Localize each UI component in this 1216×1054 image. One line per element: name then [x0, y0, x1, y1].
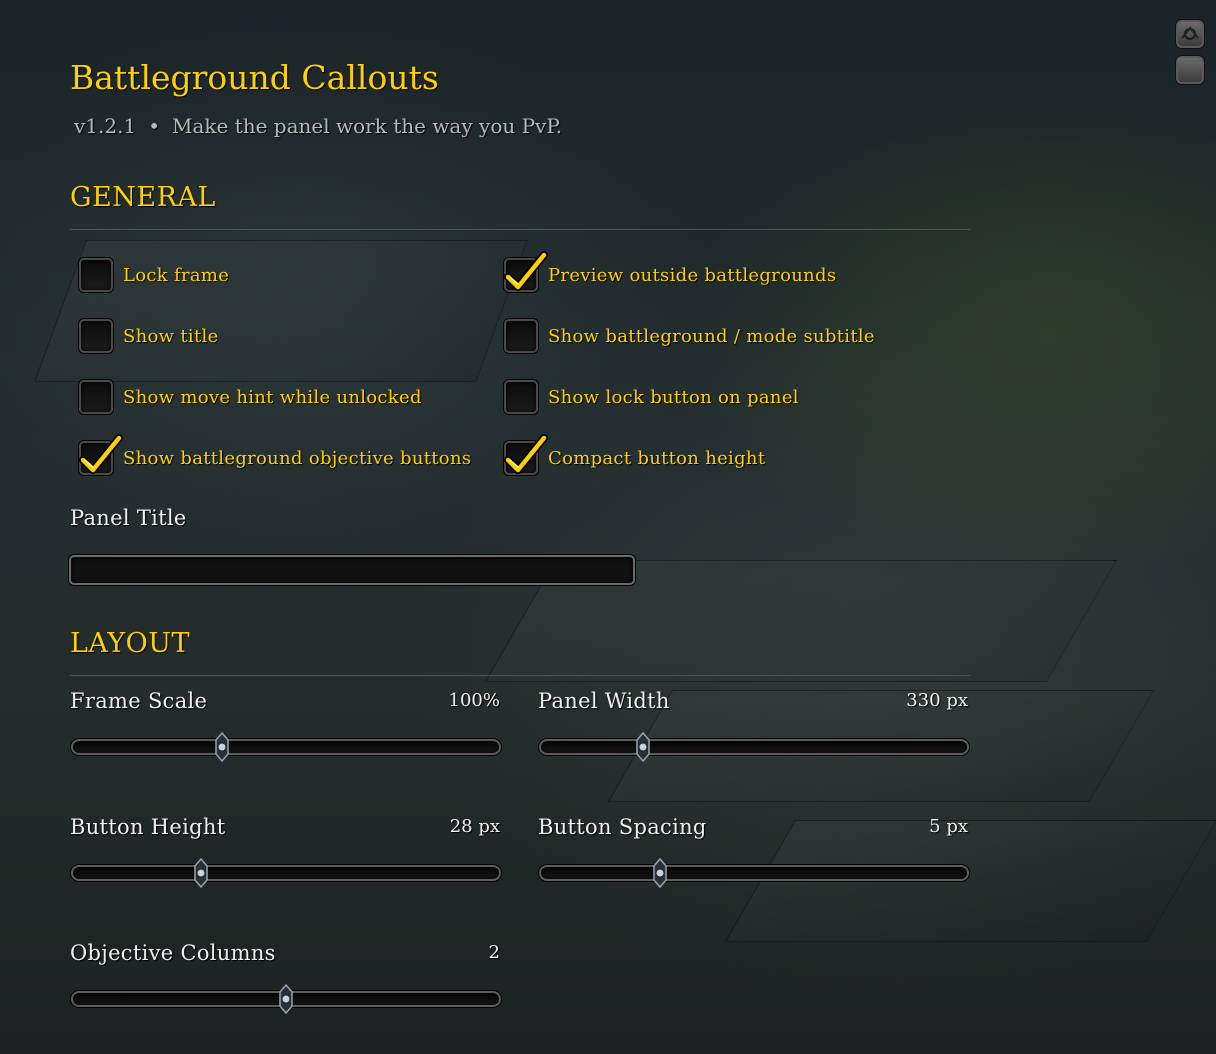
objective-columns-label: Objective Columns: [70, 941, 276, 965]
button-height-label: Button Height: [70, 815, 226, 839]
button-height-slider[interactable]: [71, 857, 501, 889]
panel-title-input[interactable]: [69, 555, 635, 585]
checkbox-label: Lock frame: [123, 264, 230, 286]
checkbox-box[interactable]: [504, 319, 538, 353]
checkbox-box[interactable]: [79, 380, 113, 414]
checkbox-box[interactable]: [79, 258, 113, 292]
checkbox-label: Show battleground / mode subtitle: [548, 325, 875, 347]
objective-columns-value: 2: [488, 942, 500, 963]
panel-width-value: 330 px: [906, 690, 968, 711]
checkbox-box[interactable]: [79, 319, 113, 353]
checkmark-icon: [504, 434, 548, 478]
frame-scale-value: 100%: [448, 690, 500, 711]
checkmark-icon: [79, 434, 123, 478]
separator-dot: •: [148, 114, 160, 138]
panel-width-label: Panel Width: [538, 689, 670, 713]
slider-thumb-icon[interactable]: [277, 983, 295, 1015]
checkbox-label: Preview outside battlegrounds: [548, 264, 837, 286]
button-height-value: 28 px: [449, 816, 500, 837]
panel-width-slider[interactable]: [539, 731, 969, 763]
tagline-text: Make the panel work the way you PvP.: [171, 114, 563, 138]
general-heading: GENERAL: [70, 182, 216, 213]
checkbox-box[interactable]: [504, 380, 538, 414]
corner-map-button[interactable]: [1176, 20, 1204, 48]
checkbox-label: Compact button height: [548, 447, 766, 469]
frame-scale-slider[interactable]: [71, 731, 501, 763]
layout-heading: LAYOUT: [70, 628, 191, 659]
show-move-hint-checkbox[interactable]: Show move hint while unlocked: [79, 380, 422, 414]
objective-columns-slider[interactable]: [71, 983, 501, 1015]
slider-thumb-icon[interactable]: [634, 731, 652, 763]
bg-stone-slab: [724, 820, 1216, 942]
panel-title-label: Panel Title: [70, 506, 187, 530]
compact-button-height-checkbox[interactable]: Compact button height: [504, 434, 766, 475]
page-title: Battleground Callouts: [70, 58, 439, 97]
checkbox-label: Show lock button on panel: [548, 386, 799, 408]
general-divider: [70, 229, 970, 230]
checkbox-box[interactable]: [504, 434, 548, 475]
layout-divider: [70, 675, 970, 676]
checkbox-box[interactable]: [504, 251, 548, 292]
checkbox-label: Show battleground objective buttons: [123, 447, 472, 469]
corner-square-button[interactable]: [1176, 56, 1204, 84]
frame-scale-label: Frame Scale: [70, 689, 208, 713]
show-lock-button-checkbox[interactable]: Show lock button on panel: [504, 380, 799, 414]
checkmark-icon: [504, 251, 548, 295]
slider-thumb-icon[interactable]: [192, 857, 210, 889]
checkbox-label: Show title: [123, 325, 219, 347]
show-objective-buttons-checkbox[interactable]: Show battleground objective buttons: [79, 434, 472, 475]
lock-frame-checkbox[interactable]: Lock frame: [79, 258, 229, 292]
checkbox-label: Show move hint while unlocked: [123, 386, 422, 408]
map-pin-icon: [1181, 26, 1199, 40]
slider-thumb-icon[interactable]: [213, 731, 231, 763]
checkbox-box[interactable]: [79, 434, 123, 475]
slider-thumb-icon[interactable]: [651, 857, 669, 889]
button-spacing-value: 5 px: [929, 816, 968, 837]
show-title-checkbox[interactable]: Show title: [79, 319, 219, 353]
subtitle: v1.2.1 • Make the panel work the way you P…: [74, 114, 562, 138]
button-spacing-label: Button Spacing: [538, 815, 707, 839]
version-text: v1.2.1: [74, 114, 137, 138]
preview-outside-battlegrounds-checkbox[interactable]: Preview outside battlegrounds: [504, 251, 837, 292]
button-spacing-slider[interactable]: [539, 857, 969, 889]
show-subtitle-checkbox[interactable]: Show battleground / mode subtitle: [504, 319, 875, 353]
